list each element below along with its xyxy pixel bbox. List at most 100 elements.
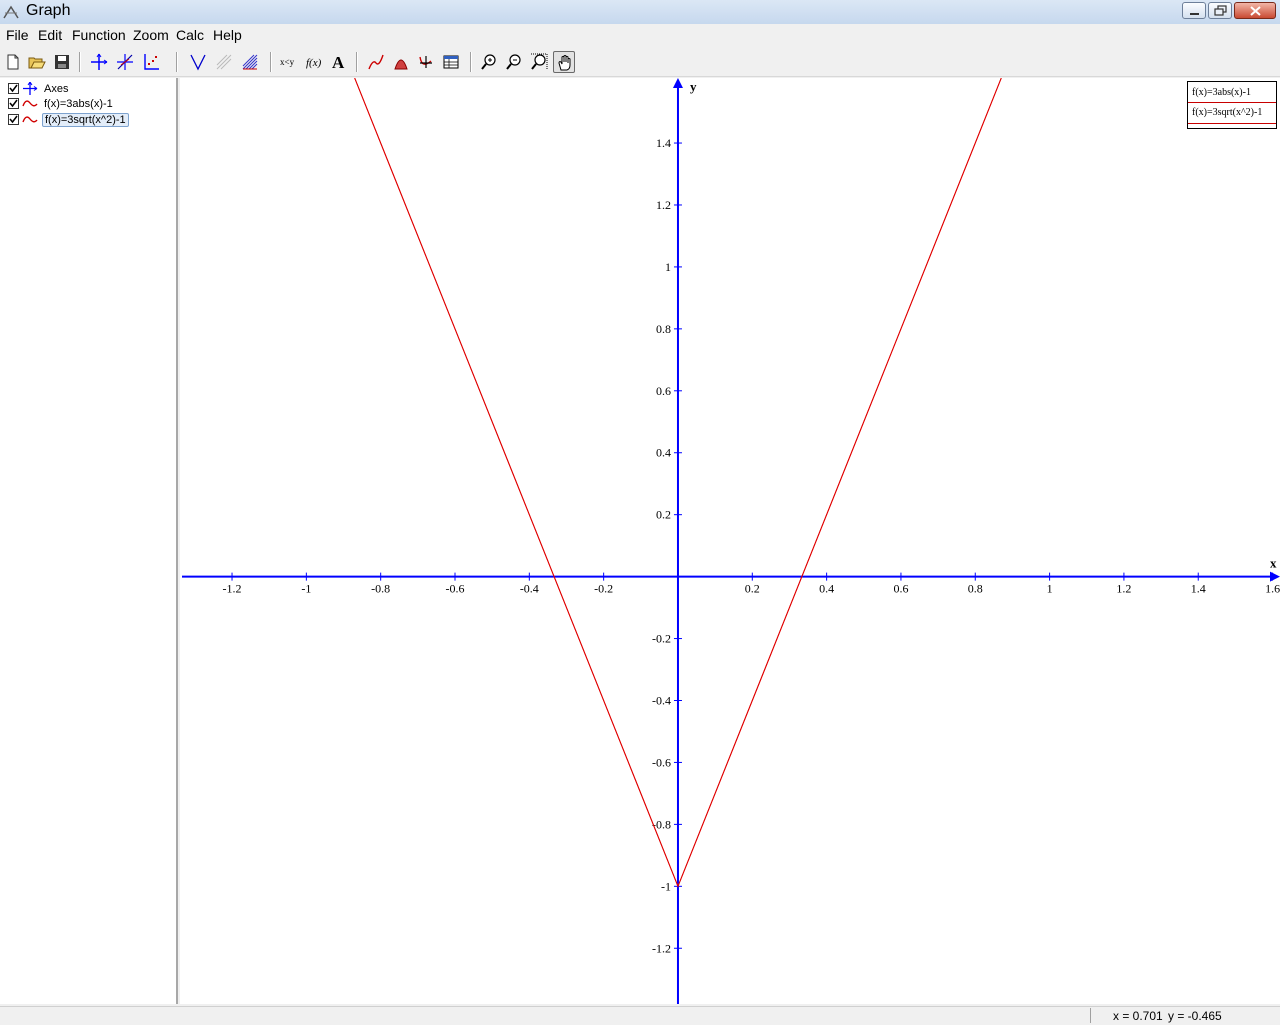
new-file-button[interactable] bbox=[2, 51, 24, 73]
title-bar: Graph bbox=[0, 0, 1280, 25]
x-tick-label: 1.2 bbox=[1116, 582, 1131, 596]
legend-entry-2: f(x)=3sqrt(x^2)-1 bbox=[1192, 107, 1263, 118]
hand-icon bbox=[558, 55, 571, 71]
insert-function-button[interactable] bbox=[114, 51, 136, 73]
axes-checkbox[interactable] bbox=[8, 83, 19, 94]
y-tick-label: -1 bbox=[661, 879, 671, 893]
menu-help[interactable]: Help bbox=[212, 27, 243, 43]
tree-item-function-1[interactable]: f(x)=3abs(x)-1 bbox=[8, 96, 115, 111]
zoom-window-button[interactable] bbox=[528, 51, 550, 73]
legend-divider bbox=[1188, 102, 1276, 103]
close-button[interactable] bbox=[1234, 2, 1276, 19]
status-y: y = -0.465 bbox=[1168, 1009, 1222, 1023]
zoom-out-icon bbox=[506, 54, 521, 70]
menu-bar: File Edit Function Zoom Calc Help bbox=[0, 24, 1280, 46]
tangent-button[interactable] bbox=[187, 51, 209, 73]
toolbar: x<y f(x) A bbox=[0, 48, 1280, 77]
open-folder-icon bbox=[28, 57, 46, 69]
x-tick-label: -0.8 bbox=[371, 582, 390, 596]
plot-canvas[interactable]: x y -1.2 -1 -0.8 -0.6 -0.4 -0.2 0.2 0.4 0.6 0.8 1 1.2… bbox=[180, 78, 1280, 1004]
axes-icon bbox=[91, 53, 108, 70]
tree-label-axes: Axes bbox=[44, 82, 69, 95]
x-tick-label: 0.6 bbox=[893, 582, 908, 596]
shading-icon bbox=[242, 54, 258, 70]
tree-item-function-2[interactable]: f(x)=3sqrt(x^2)-1 bbox=[8, 112, 129, 127]
x-tick-label: -1.2 bbox=[223, 582, 242, 596]
insert-fx-button[interactable]: f(x) bbox=[303, 51, 325, 73]
table-icon bbox=[443, 55, 459, 69]
zoom-in-button[interactable] bbox=[478, 51, 500, 73]
menu-zoom[interactable]: Zoom bbox=[132, 27, 170, 43]
new-file-icon bbox=[7, 54, 19, 70]
x-axis-label: x bbox=[1270, 556, 1277, 571]
shading-button[interactable] bbox=[239, 51, 261, 73]
point-series-icon bbox=[144, 54, 159, 70]
minimize-button[interactable] bbox=[1182, 2, 1206, 19]
x-tick-label: -1 bbox=[301, 582, 311, 596]
evaluate-button[interactable] bbox=[415, 51, 437, 73]
menu-calc[interactable]: Calc bbox=[175, 27, 205, 43]
y-axis-label: y bbox=[690, 79, 697, 94]
svg-text:x<y: x<y bbox=[280, 57, 295, 67]
y-tick-label: 1.2 bbox=[656, 198, 671, 212]
status-bar: x = 0.701 y = -0.465 bbox=[0, 1006, 1280, 1025]
insert-function-icon bbox=[117, 54, 133, 70]
y-tick-label: -0.2 bbox=[652, 632, 671, 646]
save-file-button[interactable] bbox=[51, 51, 73, 73]
y-tick-label: -0.4 bbox=[652, 693, 671, 707]
y-tick-label: 1 bbox=[665, 260, 671, 274]
y-tick-label: 0.6 bbox=[656, 384, 671, 398]
point-series-button[interactable] bbox=[140, 51, 162, 73]
function-wave-icon bbox=[22, 113, 38, 126]
menu-function[interactable]: Function bbox=[71, 27, 127, 43]
zoom-out-button[interactable] bbox=[503, 51, 525, 73]
x-axis-arrow bbox=[1270, 571, 1280, 582]
svg-text:f(x): f(x) bbox=[306, 57, 322, 69]
restore-button[interactable] bbox=[1208, 2, 1232, 19]
legend-divider bbox=[1188, 123, 1276, 124]
trendline-button[interactable] bbox=[365, 51, 387, 73]
x-tick-label: 0.8 bbox=[968, 582, 983, 596]
pan-button[interactable] bbox=[553, 51, 575, 73]
zoom-in-icon bbox=[481, 54, 496, 70]
legend-box[interactable]: f(x)=3abs(x)-1 f(x)=3sqrt(x^2)-1 bbox=[1187, 81, 1277, 129]
area-button[interactable] bbox=[390, 51, 412, 73]
diagonal-lines-icon bbox=[216, 54, 232, 70]
area-icon bbox=[394, 59, 408, 70]
tree-label-function-2: f(x)=3sqrt(x^2)-1 bbox=[42, 112, 129, 127]
x-tick-label: 1 bbox=[1047, 582, 1053, 596]
x-tick-label: 1.4 bbox=[1191, 582, 1206, 596]
open-file-button[interactable] bbox=[26, 51, 48, 73]
y-tick-label: 0.4 bbox=[656, 446, 671, 460]
y-tick-label: -0.6 bbox=[652, 755, 671, 769]
axes-icon bbox=[22, 81, 38, 95]
save-disk-icon bbox=[55, 55, 69, 69]
table-button[interactable] bbox=[440, 51, 462, 73]
y-tick-label: 0.8 bbox=[656, 322, 671, 336]
relation-disabled-button[interactable] bbox=[213, 51, 235, 73]
x-tick-label: 0.2 bbox=[745, 582, 760, 596]
axes-button[interactable] bbox=[88, 51, 110, 73]
y-tick-label: -1.2 bbox=[652, 941, 671, 955]
x-tick-label: -0.4 bbox=[520, 582, 539, 596]
x-tick-label: 0.4 bbox=[819, 582, 834, 596]
menu-edit[interactable]: Edit bbox=[37, 27, 63, 43]
y-axis-arrow bbox=[672, 78, 683, 88]
function-1-checkbox[interactable] bbox=[8, 98, 19, 109]
function-2-checkbox[interactable] bbox=[8, 114, 19, 125]
fx-icon: f(x) bbox=[306, 57, 322, 69]
function-list-panel: Axes f(x)=3abs(x)-1 f(x)=3sqrt(x^2)-1 bbox=[0, 78, 178, 1004]
relation-button[interactable]: x<y bbox=[277, 51, 299, 73]
svg-text:A: A bbox=[332, 53, 345, 71]
x-tick-label: -0.2 bbox=[594, 582, 613, 596]
tree-label-function-1: f(x)=3abs(x)-1 bbox=[44, 97, 113, 110]
tree-item-axes[interactable]: Axes bbox=[8, 81, 70, 96]
cursor-coordinates: x = 0.701 y = -0.465 bbox=[1090, 1008, 1279, 1023]
status-x: x = 0.701 bbox=[1113, 1009, 1163, 1023]
insert-label-button[interactable]: A bbox=[328, 51, 350, 73]
graph-area[interactable]: x y -1.2 -1 -0.8 -0.6 -0.4 -0.2 0.2 0.4 0.6 0.8 1 1.2… bbox=[180, 78, 1280, 1004]
graph-app-icon bbox=[3, 4, 19, 20]
window-title: Graph bbox=[26, 2, 71, 19]
text-label-icon: A bbox=[332, 53, 345, 71]
menu-file[interactable]: File bbox=[5, 27, 30, 43]
